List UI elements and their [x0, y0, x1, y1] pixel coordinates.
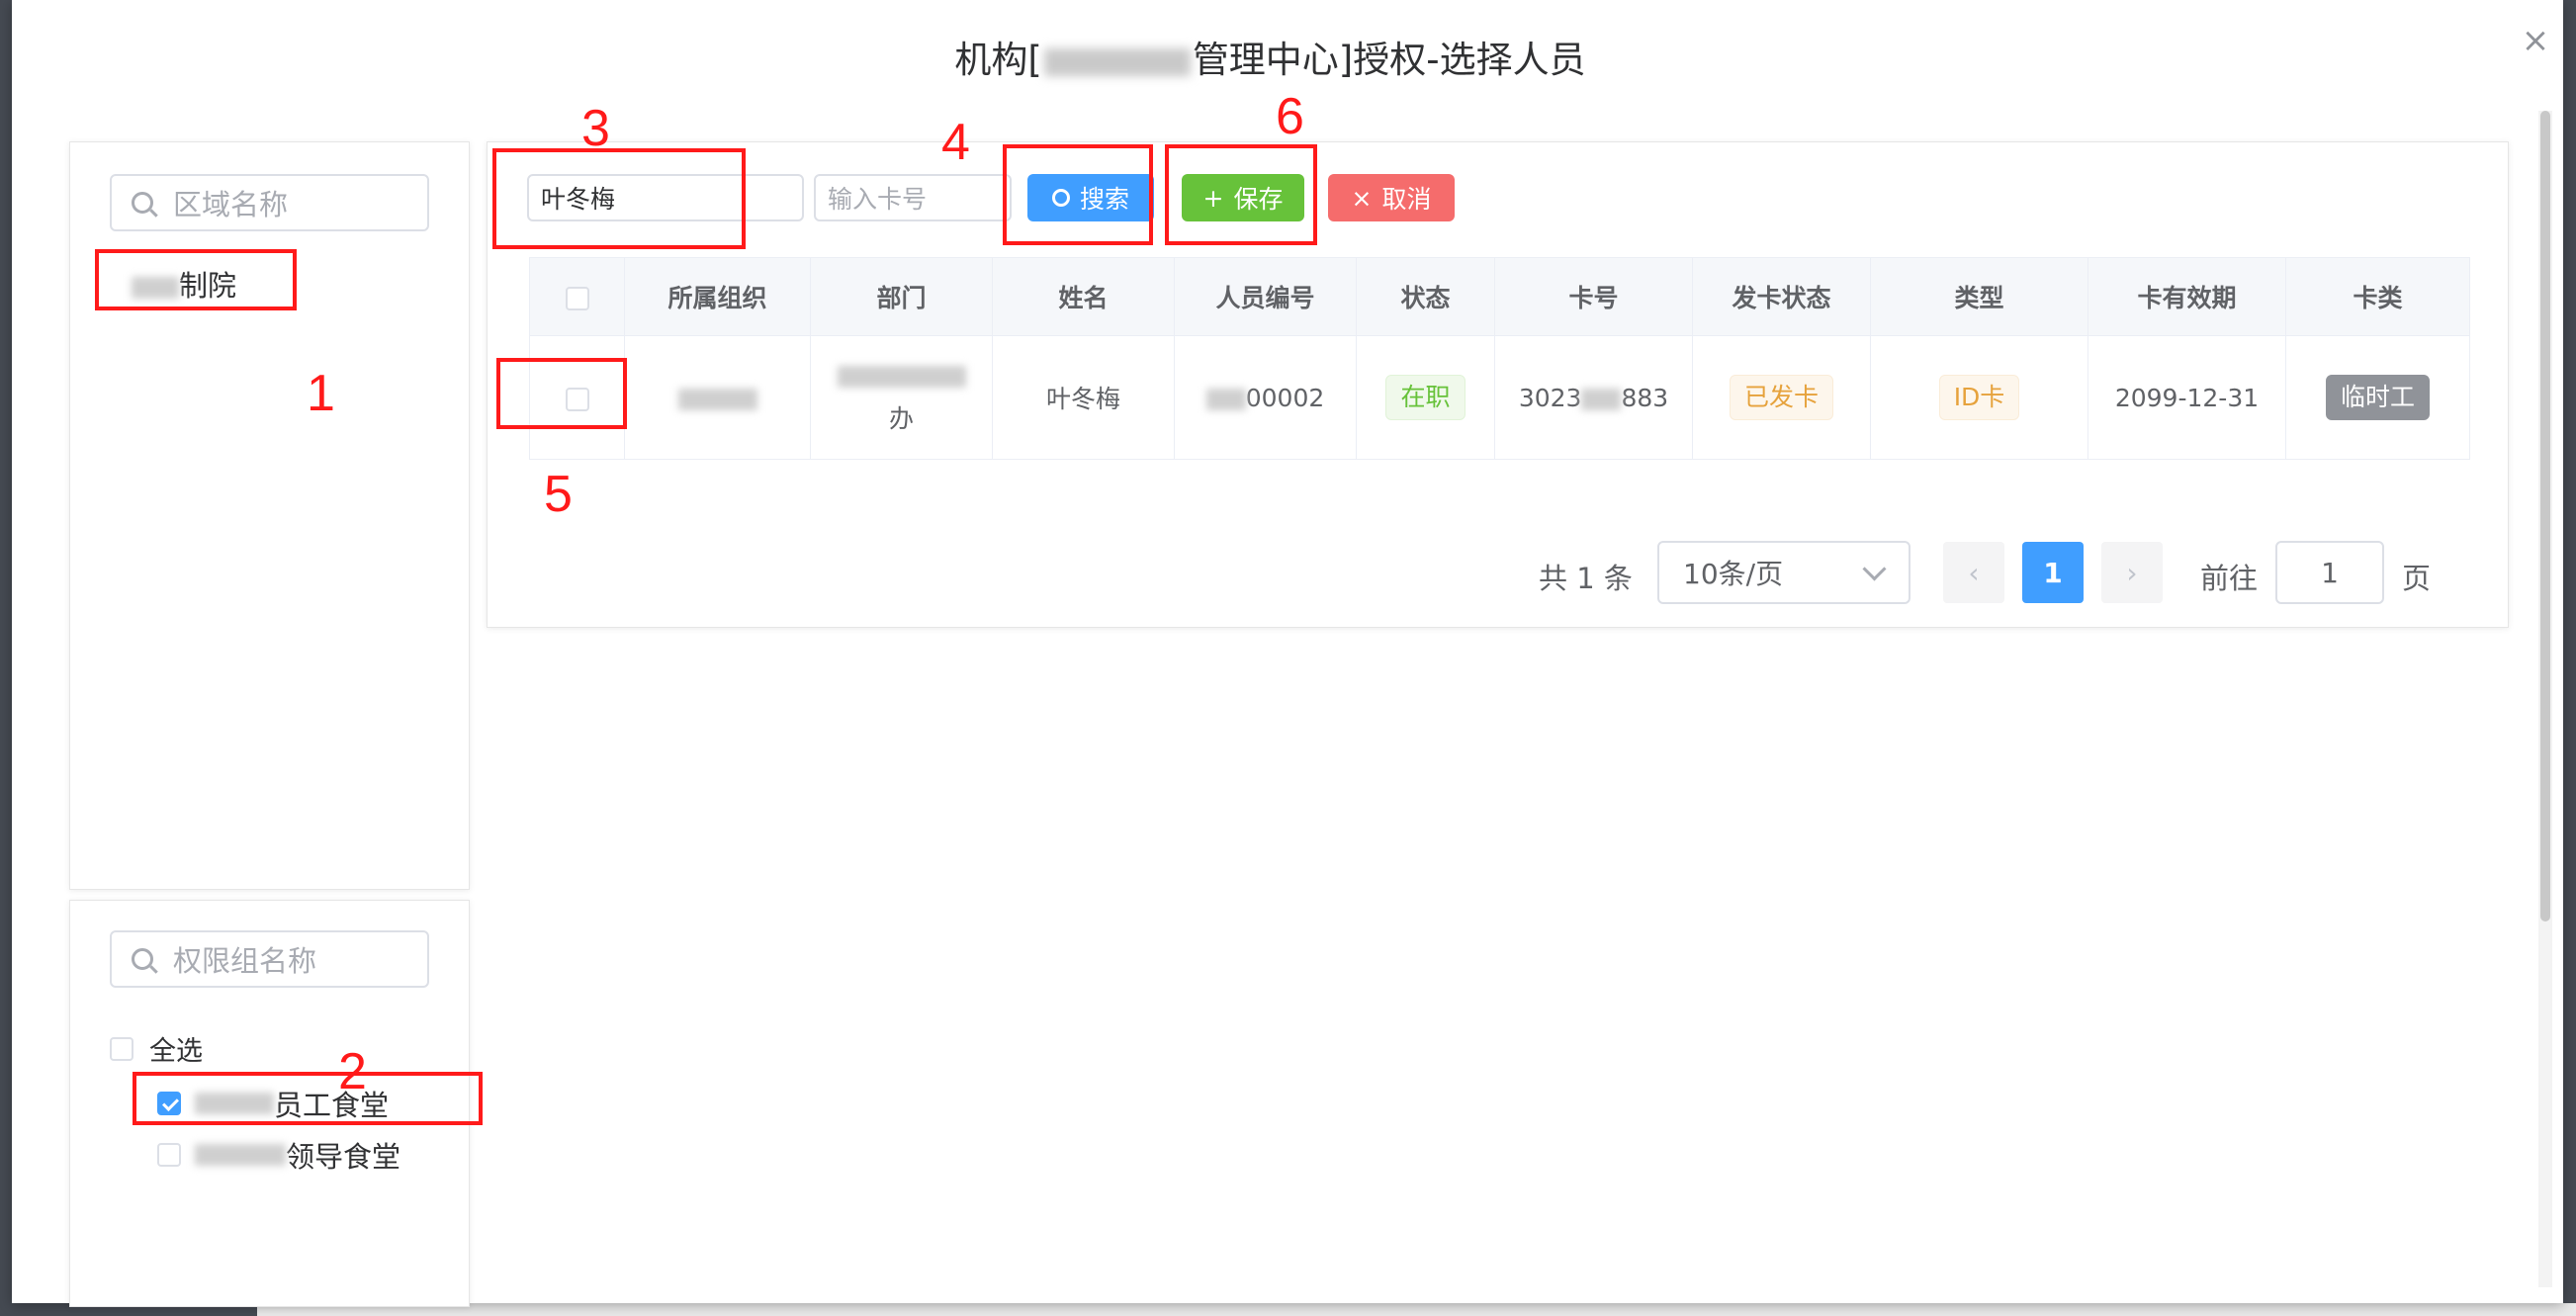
- total-count: 共 1 条: [1539, 562, 1633, 595]
- column-header: 卡类: [2285, 257, 2470, 336]
- column-header: 卡有效期: [2087, 257, 2286, 336]
- dialog-title: 机构[管理中心]授权-选择人员: [954, 39, 1586, 81]
- annotation-box-3: [492, 148, 746, 249]
- select-all[interactable]: 全选: [110, 1029, 203, 1068]
- annotation-number-6: 6: [1276, 88, 1304, 145]
- redacted-text: [1205, 388, 1246, 410]
- personnel-table: 所属组织 部门 姓名 人员编号 状态 卡号 发卡状态 类型 卡有效期 卡类 办 …: [529, 257, 2470, 460]
- page-unit-label: 页: [2402, 562, 2432, 595]
- scrollbar-thumb[interactable]: [2540, 111, 2550, 921]
- column-header: 部门: [810, 257, 993, 336]
- annotation-number-4: 4: [941, 114, 970, 171]
- annotation-number-3: 3: [581, 100, 610, 157]
- column-header: 类型: [1870, 257, 2088, 336]
- column-header: 姓名: [992, 257, 1175, 336]
- close-icon: ×: [1351, 183, 1373, 213]
- dialog: 机构[管理中心]授权-选择人员 × 区域名称 制院 权限组名称 全选 员工食堂: [12, 0, 2563, 1307]
- redacted-text: [1581, 388, 1622, 410]
- background-table-row: [257, 1303, 2576, 1316]
- search-icon: [132, 948, 153, 970]
- annotation-number-1: 1: [307, 365, 335, 422]
- table-header-row: 所属组织 部门 姓名 人员编号 状态 卡号 发卡状态 类型 卡有效期 卡类: [529, 257, 2470, 336]
- page-size-select[interactable]: 10条/页: [1657, 541, 1910, 604]
- search-icon: [132, 192, 153, 214]
- perm-group-search-input[interactable]: 权限组名称: [110, 930, 429, 988]
- next-page-button[interactable]: ›: [2101, 542, 2163, 603]
- perm-group-item[interactable]: 领导食堂: [157, 1134, 400, 1176]
- personnel-panel: 叶冬梅 输入卡号 搜索 + 保存 × 取消 所属组织 部门 姓名 人员编号 状态…: [487, 141, 2509, 628]
- status-badge: 在职: [1385, 375, 1466, 420]
- redacted-text: [837, 365, 966, 388]
- goto-page-input[interactable]: 1: [2275, 541, 2384, 604]
- close-icon[interactable]: ×: [2519, 24, 2552, 57]
- annotation-box-4: [1003, 144, 1153, 245]
- column-header: 卡号: [1494, 257, 1693, 336]
- column-header: 所属组织: [624, 257, 811, 336]
- annotation-box-6: [1165, 144, 1317, 245]
- annotation-box-2: [133, 1072, 483, 1125]
- column-header: 人员编号: [1174, 257, 1357, 336]
- cancel-button[interactable]: × 取消: [1328, 174, 1455, 221]
- chevron-down-icon: [1862, 557, 1887, 581]
- perm-group-checkbox[interactable]: [157, 1143, 181, 1167]
- page-number-button[interactable]: 1: [2022, 542, 2084, 603]
- prev-page-button[interactable]: ‹: [1943, 542, 2004, 603]
- select-all-checkbox[interactable]: [110, 1036, 133, 1061]
- annotation-box-5: [496, 358, 627, 429]
- select-all-rows-checkbox[interactable]: [565, 286, 589, 310]
- annotation-number-5: 5: [544, 466, 573, 523]
- issue-status-badge: 已发卡: [1729, 375, 1833, 420]
- redacted-text: [1043, 47, 1191, 76]
- redacted-text: [677, 388, 757, 410]
- annotation-number-2: 2: [338, 1043, 367, 1100]
- redacted-text: [195, 1144, 286, 1166]
- column-header: 状态: [1356, 257, 1495, 336]
- area-search-input[interactable]: 区域名称: [110, 174, 429, 231]
- card-type-badge: ID卡: [1938, 375, 2020, 420]
- table-row[interactable]: 办 叶冬梅 00002 在职 3023 883 已发卡 ID卡 2099-12-3…: [529, 335, 2470, 460]
- card-number-input[interactable]: 输入卡号: [814, 174, 1012, 221]
- card-class-badge: 临时工: [2325, 375, 2430, 420]
- column-header: 发卡状态: [1692, 257, 1871, 336]
- annotation-box-1: [95, 249, 297, 310]
- goto-label: 前往: [2200, 562, 2259, 595]
